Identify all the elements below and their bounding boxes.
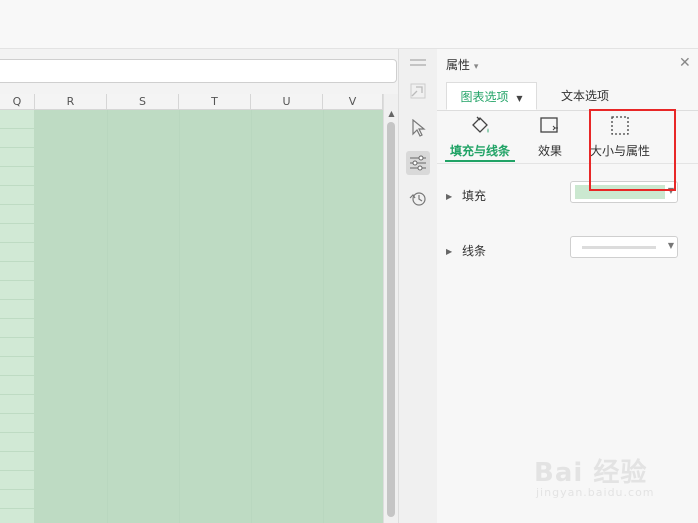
top-toolbar: [0, 0, 698, 49]
panel-title[interactable]: 属性 ▾: [446, 56, 478, 73]
close-icon[interactable]: ✕: [679, 55, 691, 71]
baidu-jingyan-watermark: Bai 经验 jingyan.baidu.com: [534, 452, 684, 502]
scrollbar-thumb[interactable]: [387, 122, 395, 517]
column-header-s[interactable]: S: [107, 94, 179, 109]
history-icon[interactable]: [406, 187, 430, 211]
formula-bar: [0, 49, 405, 94]
subtab-effects[interactable]: 效果: [515, 115, 585, 163]
scroll-up-icon[interactable]: ▲: [384, 108, 399, 120]
panel-title-text: 属性: [446, 58, 471, 72]
watermark-url: jingyan.baidu.com: [536, 486, 655, 499]
watermark-logo-text: Bai 经验: [534, 458, 648, 488]
link-icon[interactable]: [406, 79, 430, 103]
formula-input[interactable]: [0, 59, 397, 83]
chevron-down-icon: ▾: [473, 62, 479, 72]
column-header-r[interactable]: R: [35, 94, 107, 109]
settings-sliders-icon[interactable]: [406, 151, 430, 175]
column-header-v[interactable]: V: [323, 94, 383, 109]
tab-text-options[interactable]: 文本选项: [547, 82, 623, 110]
line-label: 线条: [461, 244, 486, 258]
subtab-fill-line[interactable]: 填充与线条: [445, 115, 515, 163]
subtab-fill-line-label: 填充与线条: [449, 144, 510, 158]
column-header-t[interactable]: T: [179, 94, 251, 109]
menu-icon[interactable]: [406, 51, 430, 75]
fill-label: 填充: [461, 189, 486, 203]
active-subtab-indicator: [445, 160, 515, 162]
line-section-header[interactable]: ▶ 线条: [446, 242, 486, 259]
spreadsheet: Q R S T U V ▲: [0, 94, 399, 523]
caret-down-icon: ▼: [516, 94, 523, 103]
column-headers: Q R S T U V: [0, 94, 383, 110]
line-style-swatch: [582, 246, 656, 249]
tab-chart-options[interactable]: 图表选项 ▼: [446, 82, 537, 110]
side-icon-strip: [398, 49, 438, 523]
dropdown-arrow-icon: ▼: [667, 241, 674, 250]
tab-chart-options-label: 图表选项: [460, 90, 509, 104]
expand-arrow-icon: ▶: [446, 247, 453, 256]
line-style-dropdown[interactable]: ▼: [570, 236, 678, 258]
fill-section-header[interactable]: ▶ 填充: [446, 187, 486, 204]
fill-bucket-icon: [445, 115, 515, 137]
annotation-highlight-box: [589, 109, 676, 191]
panel-tabs: 图表选项 ▼ 文本选项: [437, 82, 698, 111]
effects-icon: [515, 115, 585, 137]
vertical-scrollbar[interactable]: ▲: [383, 94, 399, 523]
column-header-q[interactable]: Q: [0, 94, 35, 109]
expand-arrow-icon: ▶: [446, 192, 453, 201]
chart-area-grid[interactable]: [0, 110, 383, 523]
column-header-u[interactable]: U: [251, 94, 323, 109]
cursor-icon[interactable]: [406, 116, 430, 140]
subtab-effects-label: 效果: [537, 144, 562, 158]
